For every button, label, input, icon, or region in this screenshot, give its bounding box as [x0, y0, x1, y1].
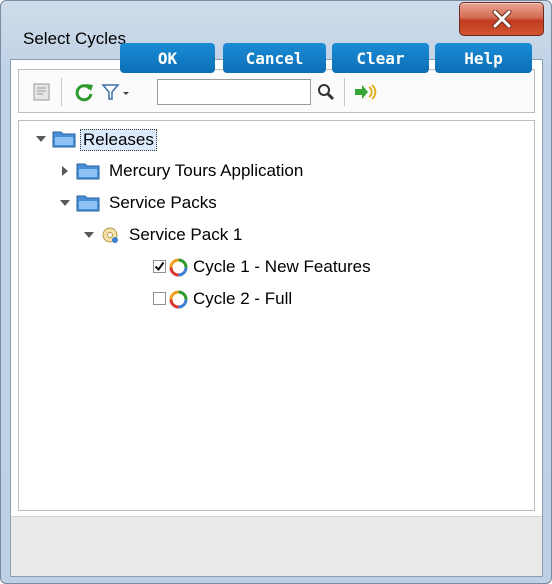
clear-button[interactable]: Clear	[332, 43, 429, 73]
refresh-button[interactable]	[73, 81, 95, 103]
notes-button[interactable]	[31, 81, 53, 103]
toolbar-separator	[344, 78, 345, 106]
checkmark-icon	[154, 261, 165, 272]
dialog-title: Select Cycles	[23, 29, 126, 48]
notes-icon	[33, 83, 50, 101]
expanded-arrow-icon[interactable]	[35, 132, 47, 146]
dialog-footer	[11, 516, 542, 576]
tree-node-cycle-1[interactable]: Cycle 1 - New Features	[113, 253, 413, 281]
folder-icon	[76, 163, 100, 180]
tree-label: Cycle 2 - Full	[193, 289, 293, 308]
tree-node-releases[interactable]: Releases	[35, 125, 235, 153]
folder-icon	[52, 131, 76, 148]
help-button[interactable]: Help	[435, 43, 532, 73]
toolbar-separator	[61, 78, 62, 106]
tree-node-service-packs[interactable]: Service Packs	[59, 189, 319, 217]
cycle-icon	[169, 290, 188, 309]
tree-node-cycle-2[interactable]: Cycle 2 - Full	[113, 285, 373, 313]
tree-node-service-pack-1[interactable]: Service Pack 1	[83, 221, 323, 249]
tree-label: Releases	[80, 129, 157, 151]
expanded-arrow-icon[interactable]	[59, 196, 71, 210]
expanded-arrow-icon[interactable]	[83, 228, 95, 242]
close-icon	[492, 10, 511, 28]
tree-label: Service Packs	[109, 193, 217, 212]
toolbar	[18, 69, 535, 113]
tree-label: Mercury Tours Application	[109, 161, 304, 180]
filter-button[interactable]	[101, 81, 133, 103]
cancel-button[interactable]: Cancel	[223, 43, 326, 73]
folder-icon	[76, 195, 100, 212]
tree-label: Cycle 1 - New Features	[193, 257, 371, 276]
search-button[interactable]	[315, 81, 337, 103]
search-icon	[318, 84, 335, 101]
refresh-icon	[75, 84, 93, 102]
filter-icon	[101, 84, 129, 100]
go-to-button[interactable]	[353, 81, 377, 103]
release-icon	[102, 227, 118, 243]
search-input[interactable]	[157, 79, 311, 105]
cycle-tree[interactable]: Releases Mercury Tours Application Servi…	[18, 120, 535, 511]
cycle-2-checkbox[interactable]	[153, 292, 166, 305]
select-cycles-dialog: Select Cycles Releases Mercury Tours App…	[0, 0, 552, 584]
ok-button[interactable]: OK	[120, 43, 215, 73]
collapsed-arrow-icon[interactable]	[59, 164, 71, 178]
close-button[interactable]	[459, 2, 544, 36]
tree-node-mercury-tours[interactable]: Mercury Tours Application	[59, 157, 379, 185]
cycle-1-checkbox[interactable]	[153, 260, 166, 273]
go-to-icon	[355, 84, 377, 100]
tree-label: Service Pack 1	[129, 225, 243, 244]
dialog-client-area: Releases Mercury Tours Application Servi…	[10, 59, 543, 577]
cycle-icon	[169, 258, 188, 277]
